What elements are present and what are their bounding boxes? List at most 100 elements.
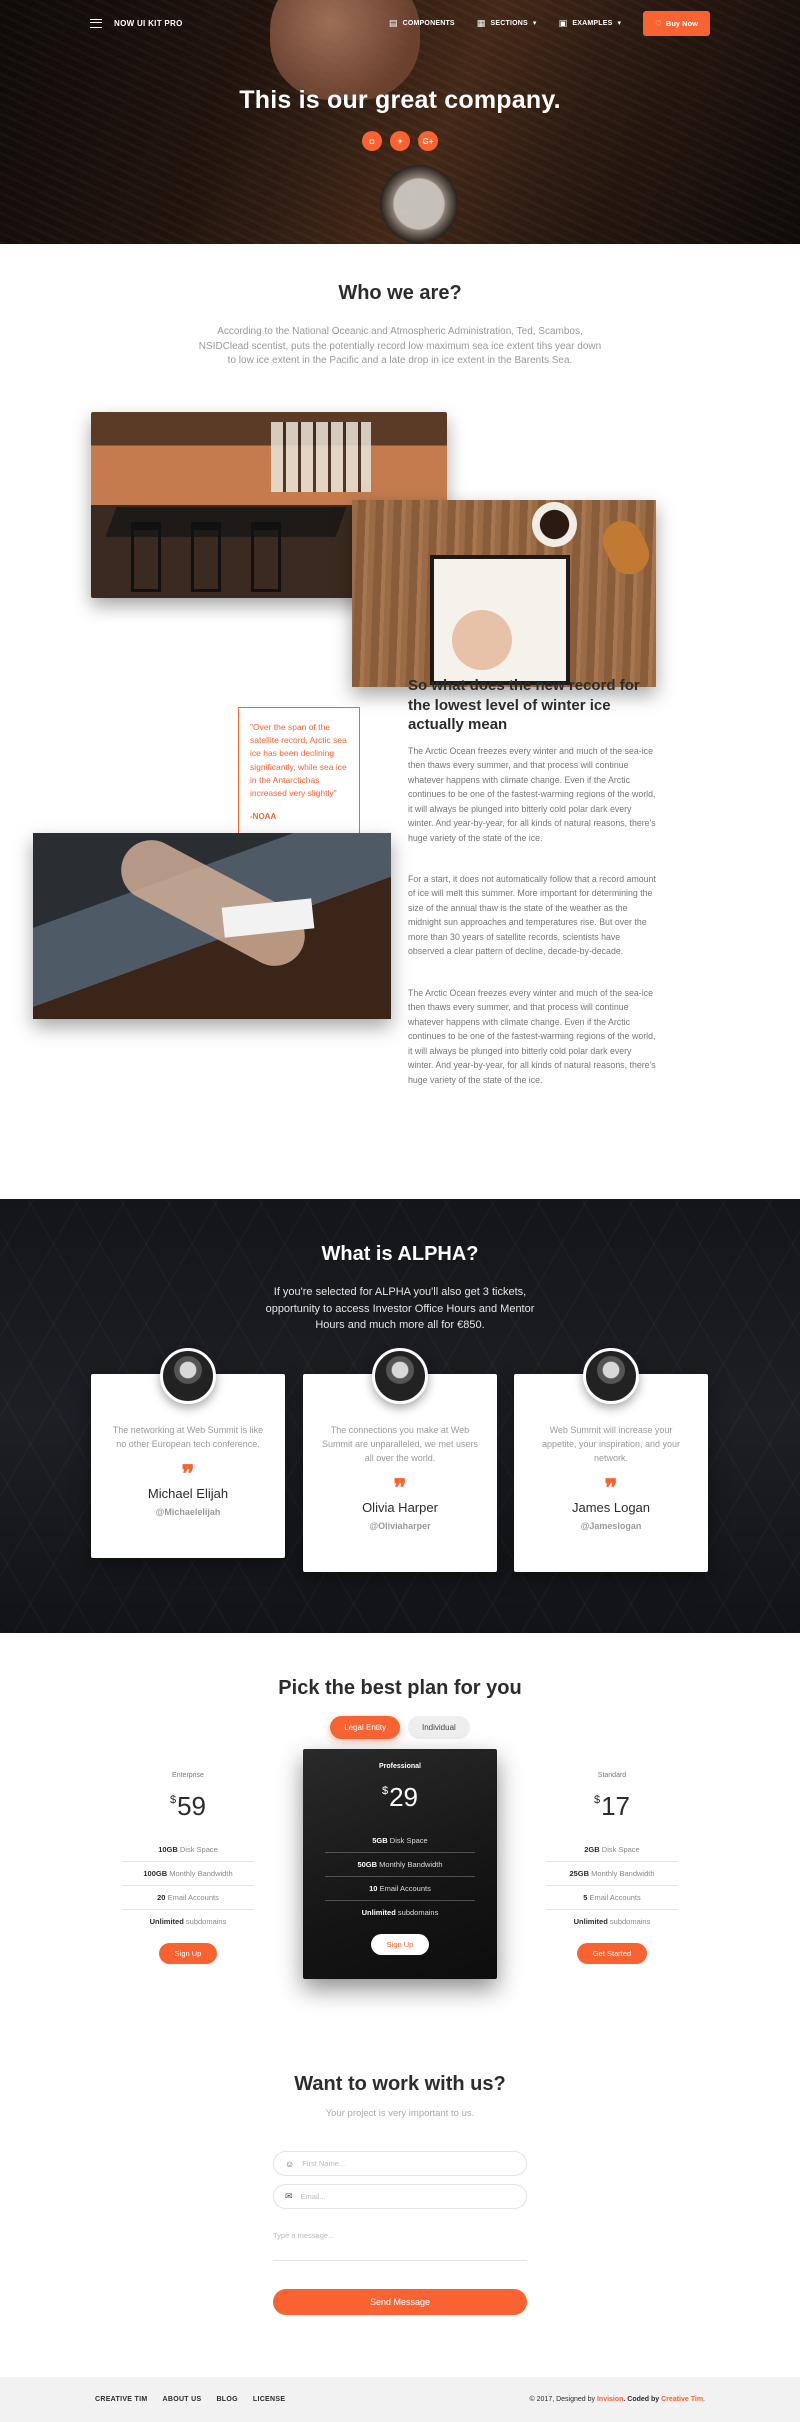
feature-label: Monthly Bandwidth: [377, 1860, 443, 1869]
copyright-prefix: © 2017, Designed by: [529, 2396, 597, 2403]
currency-symbol: $: [169, 1794, 177, 1806]
avatar: [160, 1348, 216, 1404]
page: NOW UI KIT PRO ▤ COMPONENTS ▦ SECTIONS ▾…: [0, 0, 800, 2422]
nav-sections[interactable]: ▦ SECTIONS ▾: [477, 18, 537, 29]
currency-symbol: $: [381, 1785, 389, 1797]
first-name-placeholder: First Name...: [302, 2159, 346, 2168]
send-message-button[interactable]: Send Message: [273, 2289, 527, 2315]
about-paragraph: For a start, it does not automatically f…: [408, 874, 656, 957]
feature-amount: 10GB: [158, 1845, 178, 1854]
feature-item: Unlimited subdomains: [325, 1901, 475, 1924]
footer: CREATIVE TIM ABOUT US BLOG LICENSE © 201…: [0, 2377, 800, 2422]
price-value: 29: [389, 1782, 419, 1812]
navbar: NOW UI KIT PRO ▤ COMPONENTS ▦ SECTIONS ▾…: [0, 0, 800, 46]
buy-now-label: Buy Now: [665, 18, 698, 28]
feature-amount: 100GB: [143, 1869, 168, 1878]
pricing-title: Pick the best plan for you: [278, 1677, 522, 1699]
testimonial-handle: @Michaelelijah: [155, 1506, 221, 1517]
hero-section: NOW UI KIT PRO ▤ COMPONENTS ▦ SECTIONS ▾…: [0, 0, 800, 244]
feature-amount: Unlimited: [149, 1917, 184, 1926]
footer-link-creative-tim[interactable]: CREATIVE TIM: [95, 2396, 147, 2403]
nav-examples-label: EXAMPLES: [572, 19, 613, 27]
feature-list: 2GB Disk Space 25GB Monthly Bandwidth 5 …: [546, 1838, 678, 1933]
plan-name: Standard: [597, 1772, 627, 1779]
feature-item: 5 Email Accounts: [546, 1886, 678, 1910]
about-title: Who we are?: [338, 282, 462, 304]
about-paragraph: The Arctic Ocean freezes every winter an…: [408, 746, 656, 843]
feature-list: 10GB Disk Space 100GB Monthly Bandwidth …: [122, 1838, 254, 1933]
chair-shape: [251, 522, 281, 592]
about-heading: So what does the new record for the lowe…: [408, 677, 640, 733]
brand-label: NOW UI KIT PRO: [114, 18, 183, 28]
designer-link[interactable]: Invision: [597, 2396, 623, 2403]
feature-label: subdomains: [607, 1917, 651, 1926]
contact-section: Want to work with us? Your project is ve…: [0, 2063, 800, 2331]
quote-text: "Over the span of the satellite record, …: [250, 722, 347, 798]
hand-shape: [452, 610, 512, 670]
feature-item: Unlimited subdomains: [122, 1910, 254, 1933]
feature-amount: Unlimited: [361, 1908, 396, 1917]
testimonial-name: James Logan: [571, 1499, 651, 1515]
footer-link-about-us[interactable]: ABOUT US: [162, 2396, 201, 2403]
sign-up-button[interactable]: Sign Up: [370, 1934, 430, 1955]
get-started-button[interactable]: Get Started: [576, 1943, 648, 1964]
testimonial-name: Olivia Harper: [362, 1499, 438, 1515]
testimonial-card: The networking at Web Summit is like no …: [91, 1348, 285, 1558]
testimonial-text: Web Summit will increase your appetite, …: [541, 1425, 681, 1463]
plan-price: $29: [303, 1782, 497, 1813]
feature-amount: 2GB: [584, 1845, 600, 1854]
feature-item: 50GB Monthly Bandwidth: [325, 1853, 475, 1877]
copyright-suffix: .: [703, 2396, 705, 2403]
feature-label: Disk Space: [177, 1845, 218, 1854]
nav-components[interactable]: ▤ COMPONENTS: [389, 18, 455, 29]
testimonial-text: The connections you make at Web Summit a…: [321, 1425, 479, 1463]
feature-item: 20 Email Accounts: [122, 1886, 254, 1910]
alpha-title: What is ALPHA?: [321, 1243, 479, 1265]
quote-icon: ❞: [604, 1472, 618, 1502]
legal-entity-tab[interactable]: Legal Entity: [330, 1716, 400, 1739]
message-placeholder: Type a message...: [273, 2231, 335, 2240]
testimonial-text: The networking at Web Summit is like no …: [112, 1425, 264, 1449]
feature-label: Email Accounts: [587, 1893, 641, 1902]
instagram-icon[interactable]: ◘: [362, 131, 382, 151]
feature-label: Disk Space: [387, 1836, 428, 1845]
feature-item: Unlimited subdomains: [546, 1910, 678, 1933]
twitter-icon[interactable]: ✦: [390, 131, 410, 151]
alpha-description: If you're selected for ALPHA you'll also…: [265, 1286, 535, 1331]
feature-amount: Unlimited: [573, 1917, 608, 1926]
about-paragraph: The Arctic Ocean freezes every winter an…: [408, 988, 656, 1085]
message-textarea[interactable]: Type a message...: [273, 2225, 527, 2261]
nav-examples[interactable]: ▣ EXAMPLES ▾: [559, 18, 622, 29]
plan-enterprise: Enterprise $59 10GB Disk Space 100GB Mon…: [122, 1772, 254, 1964]
hero-title: This is our great company.: [239, 86, 561, 114]
chevron-down-icon: ▾: [532, 20, 537, 27]
menu-icon[interactable]: [90, 18, 102, 28]
coffee-cup-shape: [532, 502, 577, 547]
footer-link-blog[interactable]: BLOG: [216, 2396, 237, 2403]
coder-link[interactable]: Creative Tim: [661, 2396, 703, 2403]
heart-icon: ♡: [655, 18, 662, 28]
pricing-section: Pick the best plan for you Legal Entity …: [0, 1633, 800, 2063]
individual-tab[interactable]: Individual: [408, 1716, 470, 1739]
nav-links: ▤ COMPONENTS ▦ SECTIONS ▾ ▣ EXAMPLES ▾ ♡…: [389, 10, 710, 36]
feature-label: Email Accounts: [165, 1893, 219, 1902]
first-name-field[interactable]: ☺ First Name...: [273, 2151, 527, 2176]
testimonial-handle: @Oliviaharper: [369, 1520, 431, 1531]
price-value: 17: [601, 1791, 631, 1821]
plan-price: $17: [546, 1791, 678, 1822]
google-plus-icon[interactable]: G+: [418, 131, 438, 151]
croissant-shape: [596, 514, 656, 581]
feature-label: Monthly Bandwidth: [589, 1869, 655, 1878]
brand[interactable]: NOW UI KIT PRO: [90, 18, 183, 28]
currency-symbol: $: [593, 1794, 601, 1806]
footer-link-license[interactable]: LICENSE: [253, 2396, 285, 2403]
chevron-down-icon: ▾: [617, 20, 622, 27]
quote-author: -NOAA: [250, 812, 277, 822]
avatar: [583, 1348, 639, 1404]
testimonial-name: Michael Elijah: [147, 1485, 229, 1501]
buy-now-button[interactable]: ♡ Buy Now: [643, 10, 710, 36]
sign-up-button[interactable]: Sign Up: [158, 1943, 218, 1964]
feature-amount: 50GB: [357, 1860, 378, 1869]
email-field[interactable]: ✉ Email...: [273, 2184, 527, 2209]
feature-label: Monthly Bandwidth: [167, 1869, 233, 1878]
